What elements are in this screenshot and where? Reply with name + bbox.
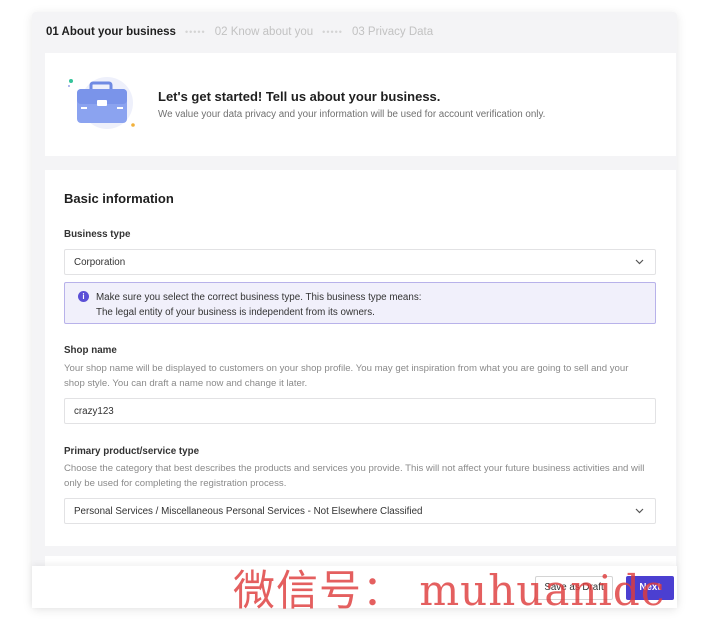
section-title: Basic information bbox=[64, 191, 174, 206]
shop-name-label: Shop name bbox=[64, 345, 117, 356]
shop-name-input[interactable]: crazy123 bbox=[64, 398, 656, 424]
step-separator: ••••• bbox=[184, 27, 206, 37]
intro-subtitle: We value your data privacy and your info… bbox=[158, 109, 546, 120]
step-3[interactable]: 03 Privacy Data bbox=[352, 26, 433, 38]
intro-card: Let's get started! Tell us about your bu… bbox=[45, 53, 676, 156]
business-type-info: i Make sure you select the correct busin… bbox=[64, 282, 656, 324]
intro-title: Let's get started! Tell us about your bu… bbox=[158, 89, 441, 104]
step-2[interactable]: 02 Know about you bbox=[215, 26, 313, 38]
briefcase-illustration-icon bbox=[68, 77, 135, 129]
primary-type-value: Personal Services / Miscellaneous Person… bbox=[74, 505, 423, 517]
basic-information-card: Basic information Business type Corporat… bbox=[45, 170, 676, 546]
chevron-down-icon bbox=[635, 259, 644, 265]
info-text: Make sure you select the correct busines… bbox=[96, 290, 421, 320]
stepper: 01 About your business ••••• 02 Know abo… bbox=[46, 25, 433, 39]
primary-type-label: Primary product/service type bbox=[64, 446, 200, 457]
business-type-select[interactable]: Corporation bbox=[64, 249, 656, 275]
watermark: 微信号： muhuanidc bbox=[233, 566, 666, 615]
step-separator: ••••• bbox=[322, 27, 343, 37]
info-line: The legal entity of your business is ind… bbox=[96, 307, 375, 318]
business-type-value: Corporation bbox=[74, 256, 126, 268]
shop-name-help: Your shop name will be displayed to cust… bbox=[64, 363, 629, 389]
business-type-label: Business type bbox=[64, 229, 131, 240]
primary-type-help: Choose the category that best describes … bbox=[64, 463, 645, 489]
shop-name-value: crazy123 bbox=[74, 405, 114, 417]
chevron-down-icon bbox=[635, 508, 644, 514]
primary-type-select[interactable]: Personal Services / Miscellaneous Person… bbox=[64, 498, 656, 524]
info-icon: i bbox=[78, 291, 89, 302]
step-1[interactable]: 01 About your business bbox=[46, 26, 176, 38]
info-line: Make sure you select the correct busines… bbox=[96, 292, 422, 303]
